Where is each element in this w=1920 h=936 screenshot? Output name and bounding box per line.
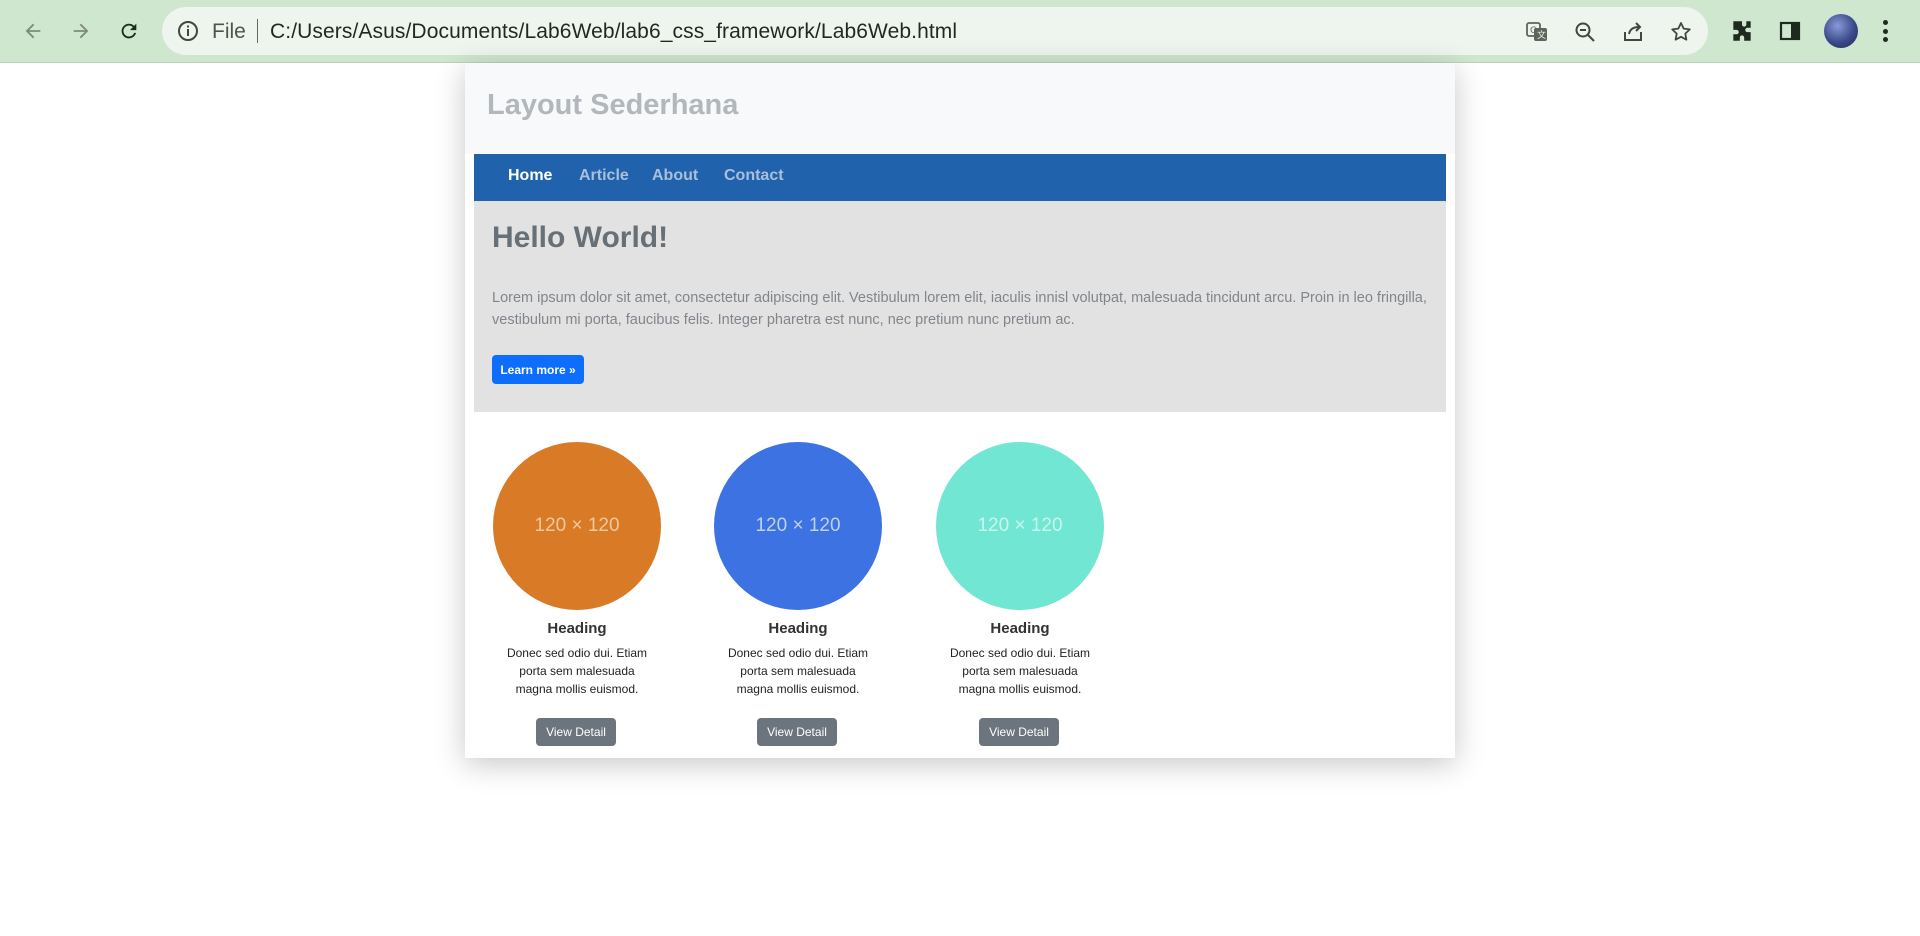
site-title: Layout Sederhana bbox=[487, 89, 739, 121]
site-header: Layout Sederhana bbox=[465, 63, 1455, 154]
browser-toolbar: File C:/Users/Asus/Documents/Lab6Web/lab… bbox=[0, 0, 1920, 63]
share-icon[interactable] bbox=[1620, 19, 1646, 45]
feature-card: 120 × 120 Heading Donec sed odio dui. Et… bbox=[713, 442, 883, 752]
extensions-puzzle-icon[interactable] bbox=[1728, 17, 1756, 45]
feature-card: 120 × 120 Heading Donec sed odio dui. Et… bbox=[492, 442, 662, 752]
nav-about[interactable]: About bbox=[652, 167, 698, 185]
arrow-left-icon bbox=[25, 23, 41, 39]
profile-avatar[interactable] bbox=[1824, 14, 1858, 48]
hero-section: Hello World! Lorem ipsum dolor sit amet,… bbox=[474, 201, 1446, 412]
url-text[interactable]: C:/Users/Asus/Documents/Lab6Web/lab6_css… bbox=[270, 20, 957, 44]
svg-text:文: 文 bbox=[1537, 29, 1546, 41]
card-heading: Heading bbox=[547, 620, 607, 637]
feature-card: 120 × 120 Heading Donec sed odio dui. Et… bbox=[935, 442, 1105, 752]
page-container: Layout Sederhana Home Article About Cont… bbox=[465, 63, 1455, 758]
divider bbox=[257, 19, 258, 43]
main-navbar: Home Article About Contact bbox=[474, 154, 1446, 201]
card-text: Donec sed odio dui. Etiam porta sem male… bbox=[506, 646, 648, 696]
hero-text: Lorem ipsum dolor sit amet, consectetur … bbox=[492, 290, 1427, 328]
reload-icon bbox=[121, 23, 137, 39]
view-detail-button[interactable]: View Detail bbox=[536, 718, 616, 746]
view-detail-button[interactable]: View Detail bbox=[979, 718, 1059, 746]
forward-button[interactable] bbox=[62, 12, 100, 50]
address-bar[interactable]: File C:/Users/Asus/Documents/Lab6Web/lab… bbox=[162, 7, 1708, 55]
reload-button[interactable] bbox=[110, 12, 148, 50]
nav-contact[interactable]: Contact bbox=[724, 167, 784, 185]
placeholder-image: 120 × 120 bbox=[936, 442, 1104, 610]
side-panel-icon[interactable] bbox=[1776, 17, 1804, 45]
scheme-label: File bbox=[212, 20, 246, 43]
bookmark-star-icon[interactable] bbox=[1668, 19, 1694, 45]
view-detail-button[interactable]: View Detail bbox=[757, 718, 837, 746]
card-heading: Heading bbox=[768, 620, 828, 637]
nav-article[interactable]: Article bbox=[579, 167, 629, 185]
card-text: Donec sed odio dui. Etiam porta sem male… bbox=[949, 646, 1091, 696]
zoom-out-icon[interactable] bbox=[1572, 19, 1598, 45]
arrow-right-icon bbox=[73, 23, 89, 39]
placeholder-image: 120 × 120 bbox=[714, 442, 882, 610]
browser-menu-icon[interactable] bbox=[1878, 17, 1892, 45]
translate-icon[interactable]: G文 bbox=[1524, 19, 1550, 45]
card-heading: Heading bbox=[990, 620, 1050, 637]
back-button[interactable] bbox=[14, 12, 52, 50]
card-text: Donec sed odio dui. Etiam porta sem male… bbox=[727, 646, 869, 696]
nav-home[interactable]: Home bbox=[508, 167, 552, 185]
info-icon[interactable] bbox=[176, 19, 200, 43]
hero-title: Hello World! bbox=[492, 221, 669, 254]
placeholder-image: 120 × 120 bbox=[493, 442, 661, 610]
learn-more-button[interactable]: Learn more » bbox=[492, 355, 584, 384]
